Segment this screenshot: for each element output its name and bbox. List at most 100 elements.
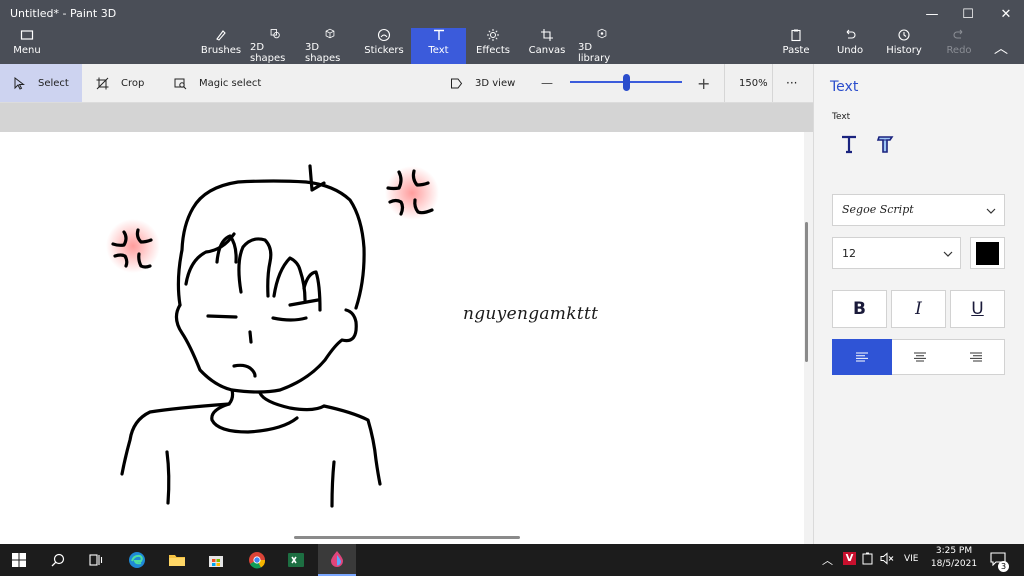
undo-label: Undo — [836, 45, 864, 56]
taskbar-excel[interactable] — [277, 544, 315, 576]
show-hidden-icons-button[interactable]: ︿ — [822, 552, 833, 568]
clock-time: 3:25 PM — [935, 546, 973, 556]
library-icon — [597, 28, 607, 39]
windows-icon — [12, 553, 26, 567]
close-button[interactable]: ✕ — [988, 0, 1024, 28]
minimize-button[interactable]: — — [914, 0, 950, 28]
collapse-ribbon-button[interactable]: ︿ — [994, 38, 1008, 58]
zoom-level[interactable]: 150% — [739, 64, 768, 102]
menu-button[interactable]: Menu — [6, 28, 48, 64]
align-center-button[interactable] — [892, 339, 949, 375]
tab-effects[interactable]: Effects — [473, 28, 513, 64]
plain-text-icon — [842, 135, 856, 154]
zoom-in-button[interactable]: + — [697, 64, 710, 102]
underline-button[interactable]: U — [950, 290, 1005, 328]
tab-3d-library[interactable]: 3D library — [578, 28, 626, 64]
sun-icon — [487, 29, 499, 41]
tab-2d-shapes[interactable]: 2D shapes — [250, 28, 300, 64]
toolbar-divider — [772, 64, 773, 102]
clock-date: 18/5/2021 — [930, 559, 978, 569]
canvas-icon — [541, 29, 553, 41]
tab-text[interactable]: Text — [411, 28, 466, 64]
tab-canvas[interactable]: Canvas — [527, 28, 567, 64]
system-clock[interactable]: 3:25 PM 18/5/2021 — [925, 546, 983, 569]
notification-count-badge: 3 — [998, 561, 1009, 572]
excel-icon — [288, 553, 304, 567]
folder-icon — [20, 30, 34, 40]
redo-icon — [953, 29, 963, 39]
start-button[interactable] — [0, 544, 38, 576]
tab-3d-shapes[interactable]: 3D shapes — [305, 28, 355, 64]
italic-button[interactable]: I — [891, 290, 946, 328]
folder-icon — [169, 555, 185, 566]
align-right-icon — [970, 352, 982, 362]
select-tool-button[interactable]: Select — [0, 64, 82, 102]
zoom-out-button[interactable]: — — [541, 64, 553, 102]
speaker-muted-icon — [880, 552, 894, 565]
plain-text-button[interactable] — [836, 131, 862, 157]
crop-icon — [96, 77, 109, 89]
font-size-value: 12 — [842, 247, 856, 260]
drawing-canvas[interactable]: nguyengamkttt — [0, 132, 804, 544]
tab-label: Text — [428, 45, 449, 56]
cube-icon — [325, 28, 335, 39]
crop-tool-button[interactable]: Crop — [96, 64, 144, 102]
redo-label: Redo — [946, 45, 972, 56]
font-size-dropdown[interactable]: 12 — [832, 237, 961, 269]
maximize-button[interactable]: ☐ — [950, 0, 986, 28]
redo-button[interactable]: Redo — [942, 28, 976, 64]
taskbar-chrome[interactable] — [238, 544, 276, 576]
taskbar-edge[interactable] — [118, 544, 156, 576]
3d-view-icon — [451, 78, 463, 88]
chrome-icon — [249, 552, 266, 569]
sketch-drawing — [106, 164, 439, 508]
bold-button[interactable]: B — [832, 290, 887, 328]
magic-select-label: Magic select — [199, 77, 262, 89]
magic-select-icon — [174, 78, 187, 89]
magic-select-button[interactable]: Magic select — [174, 64, 261, 102]
sticker-icon — [377, 28, 391, 42]
history-label: History — [886, 45, 922, 56]
align-center-icon — [914, 352, 926, 362]
taskbar-store[interactable] — [197, 544, 235, 576]
tab-label: 3D shapes — [305, 42, 341, 64]
panel-title: Text — [830, 79, 859, 95]
chevron-down-icon — [986, 208, 996, 214]
volume-tray-icon[interactable] — [880, 552, 894, 568]
tab-label: 3D library — [578, 42, 611, 64]
vertical-scrollbar-thumb[interactable] — [805, 222, 808, 362]
tab-stickers[interactable]: Stickers — [364, 28, 404, 64]
3d-view-button[interactable]: 3D view — [450, 64, 515, 102]
align-left-button[interactable] — [832, 339, 892, 375]
more-options-button[interactable]: ··· — [786, 64, 797, 102]
3d-text-button[interactable] — [872, 131, 898, 157]
antivirus-tray-icon[interactable]: V — [843, 552, 856, 565]
toolbar-divider — [724, 64, 725, 102]
tab-label: Canvas — [528, 45, 566, 56]
align-right-button[interactable] — [948, 339, 1005, 375]
clipboard-icon — [791, 29, 801, 42]
panel-section-label: Text — [832, 112, 851, 122]
paint-3d-icon — [331, 551, 343, 567]
search-button[interactable] — [39, 544, 77, 576]
text-color-button[interactable] — [970, 237, 1005, 269]
taskbar-file-explorer[interactable] — [158, 544, 196, 576]
horizontal-scrollbar-thumb[interactable] — [294, 536, 520, 539]
input-language[interactable]: VIE — [904, 554, 919, 564]
undo-icon — [846, 29, 856, 39]
tab-brushes[interactable]: Brushes — [200, 28, 242, 64]
text-icon — [433, 29, 444, 40]
history-button[interactable]: History — [884, 28, 924, 64]
store-icon — [209, 556, 223, 567]
undo-button[interactable]: Undo — [832, 28, 868, 64]
font-family-value: Segoe Script — [842, 203, 914, 216]
brush-icon — [216, 30, 226, 41]
tab-label: Brushes — [200, 45, 242, 56]
zoom-slider-thumb[interactable] — [622, 74, 630, 91]
task-view-button[interactable] — [77, 544, 115, 576]
battery-tray-icon[interactable] — [862, 552, 874, 568]
paste-button[interactable]: Paste — [778, 28, 814, 64]
font-family-dropdown[interactable]: Segoe Script — [832, 194, 1005, 226]
canvas-text[interactable]: nguyengamkttt — [463, 304, 598, 324]
taskbar-paint-3d[interactable] — [318, 544, 356, 576]
